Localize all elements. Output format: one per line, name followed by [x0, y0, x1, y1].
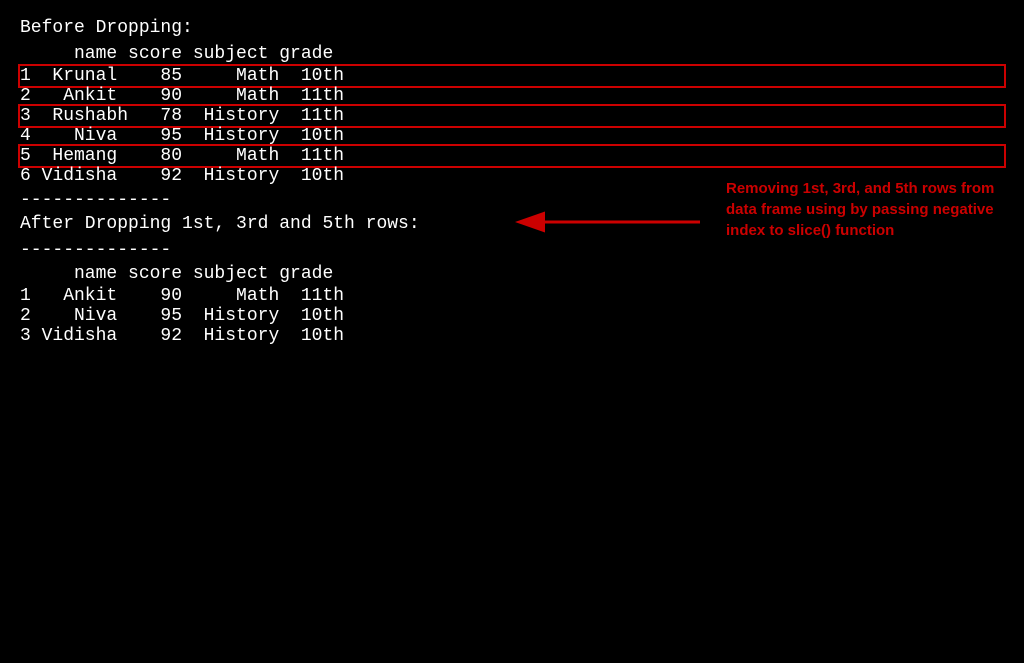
annotation-box: Removing 1st, 3rd, and 5th rows from dat…: [726, 178, 1006, 241]
after-row-2: 2 Niva 95 History 10th: [20, 306, 1004, 326]
main-container: Before Dropping: name score subject grad…: [0, 0, 1024, 364]
before-row-3: 3 Rushabh 78 History 11th: [20, 106, 1004, 126]
before-row-2: 2 Ankit 90 Math 11th: [20, 86, 1004, 106]
after-row-3: 3 Vidisha 92 History 10th: [20, 326, 1004, 346]
before-rows: 1 Krunal 85 Math 10th 2 Ankit 90 Math 11…: [20, 66, 1004, 186]
annotation-text: Removing 1st, 3rd, and 5th rows from dat…: [726, 178, 1006, 241]
before-title: Before Dropping:: [20, 18, 1004, 38]
after-header: name score subject grade: [20, 264, 1004, 284]
before-row-5: 5 Hemang 80 Math 11th: [20, 146, 1004, 166]
after-rows: 1 Ankit 90 Math 11th 2 Niva 95 History 1…: [20, 286, 1004, 346]
after-row-1: 1 Ankit 90 Math 11th: [20, 286, 1004, 306]
before-header: name score subject grade: [20, 44, 1004, 64]
before-row-1: 1 Krunal 85 Math 10th: [20, 66, 1004, 86]
before-row-4: 4 Niva 95 History 10th: [20, 126, 1004, 146]
after-separator: --------------: [20, 240, 1004, 260]
